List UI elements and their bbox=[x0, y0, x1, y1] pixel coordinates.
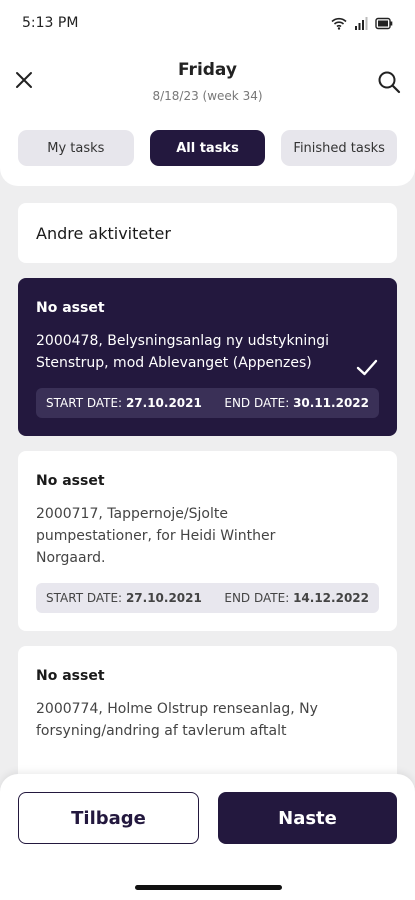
task-description: 2000478, Belysningsanlag ny udstykningi … bbox=[36, 333, 329, 371]
andre-aktiviteter-item[interactable]: Andre aktiviteter bbox=[18, 203, 397, 263]
search-icon bbox=[378, 71, 401, 94]
task-asset: No asset bbox=[36, 300, 105, 316]
end-date: END DATE: 14.12.2022 bbox=[224, 591, 369, 605]
task-dates: START DATE: 27.10.2021 END DATE: 14.12.2… bbox=[36, 583, 379, 613]
footer: Tilbage Naste bbox=[0, 774, 415, 900]
task-card[interactable]: No asset 2000774, Holme Olstrup renseanl… bbox=[18, 646, 397, 786]
back-button[interactable]: Tilbage bbox=[18, 792, 199, 844]
tab-my-tasks[interactable]: My tasks bbox=[18, 130, 134, 166]
task-card[interactable]: No asset 2000717, Tappernoje/Sjolte pump… bbox=[18, 451, 397, 631]
status-time: 5:13 PM bbox=[22, 15, 79, 31]
header: Friday 8/18/23 (week 34) My tasks All ta… bbox=[0, 48, 415, 186]
home-indicator bbox=[135, 885, 282, 890]
signal-icon bbox=[354, 15, 368, 34]
checkmark-icon bbox=[356, 359, 378, 376]
andre-aktiviteter-label: Andre aktiviteter bbox=[36, 224, 171, 243]
status-bar: 5:13 PM bbox=[0, 0, 415, 48]
start-date: START DATE: 27.10.2021 bbox=[46, 396, 202, 410]
task-description: 2000717, Tappernoje/Sjolte pumpestatione… bbox=[36, 506, 276, 566]
page-subtitle: 8/18/23 (week 34) bbox=[152, 89, 263, 103]
end-date: END DATE: 30.11.2022 bbox=[224, 396, 369, 410]
next-button[interactable]: Naste bbox=[218, 792, 397, 844]
task-tabs: My tasks All tasks Finished tasks bbox=[18, 130, 398, 166]
task-asset: No asset bbox=[36, 668, 105, 684]
task-description: 2000774, Holme Olstrup renseanlag, Ny fo… bbox=[36, 701, 318, 739]
tab-finished-tasks[interactable]: Finished tasks bbox=[281, 130, 398, 166]
task-card[interactable]: No asset 2000478, Belysningsanlag ny uds… bbox=[18, 278, 397, 436]
task-dates: START DATE: 27.10.2021 END DATE: 30.11.2… bbox=[36, 388, 379, 418]
task-asset: No asset bbox=[36, 473, 105, 489]
status-icons bbox=[331, 15, 393, 34]
tab-all-tasks[interactable]: All tasks bbox=[149, 130, 266, 166]
page-title: Friday bbox=[178, 60, 237, 80]
search-button[interactable] bbox=[375, 68, 403, 96]
wifi-icon bbox=[331, 15, 347, 34]
battery-icon bbox=[375, 15, 393, 34]
start-date: START DATE: 27.10.2021 bbox=[46, 591, 202, 605]
task-list: Andre aktiviteter No asset 2000478, Bely… bbox=[18, 203, 397, 801]
